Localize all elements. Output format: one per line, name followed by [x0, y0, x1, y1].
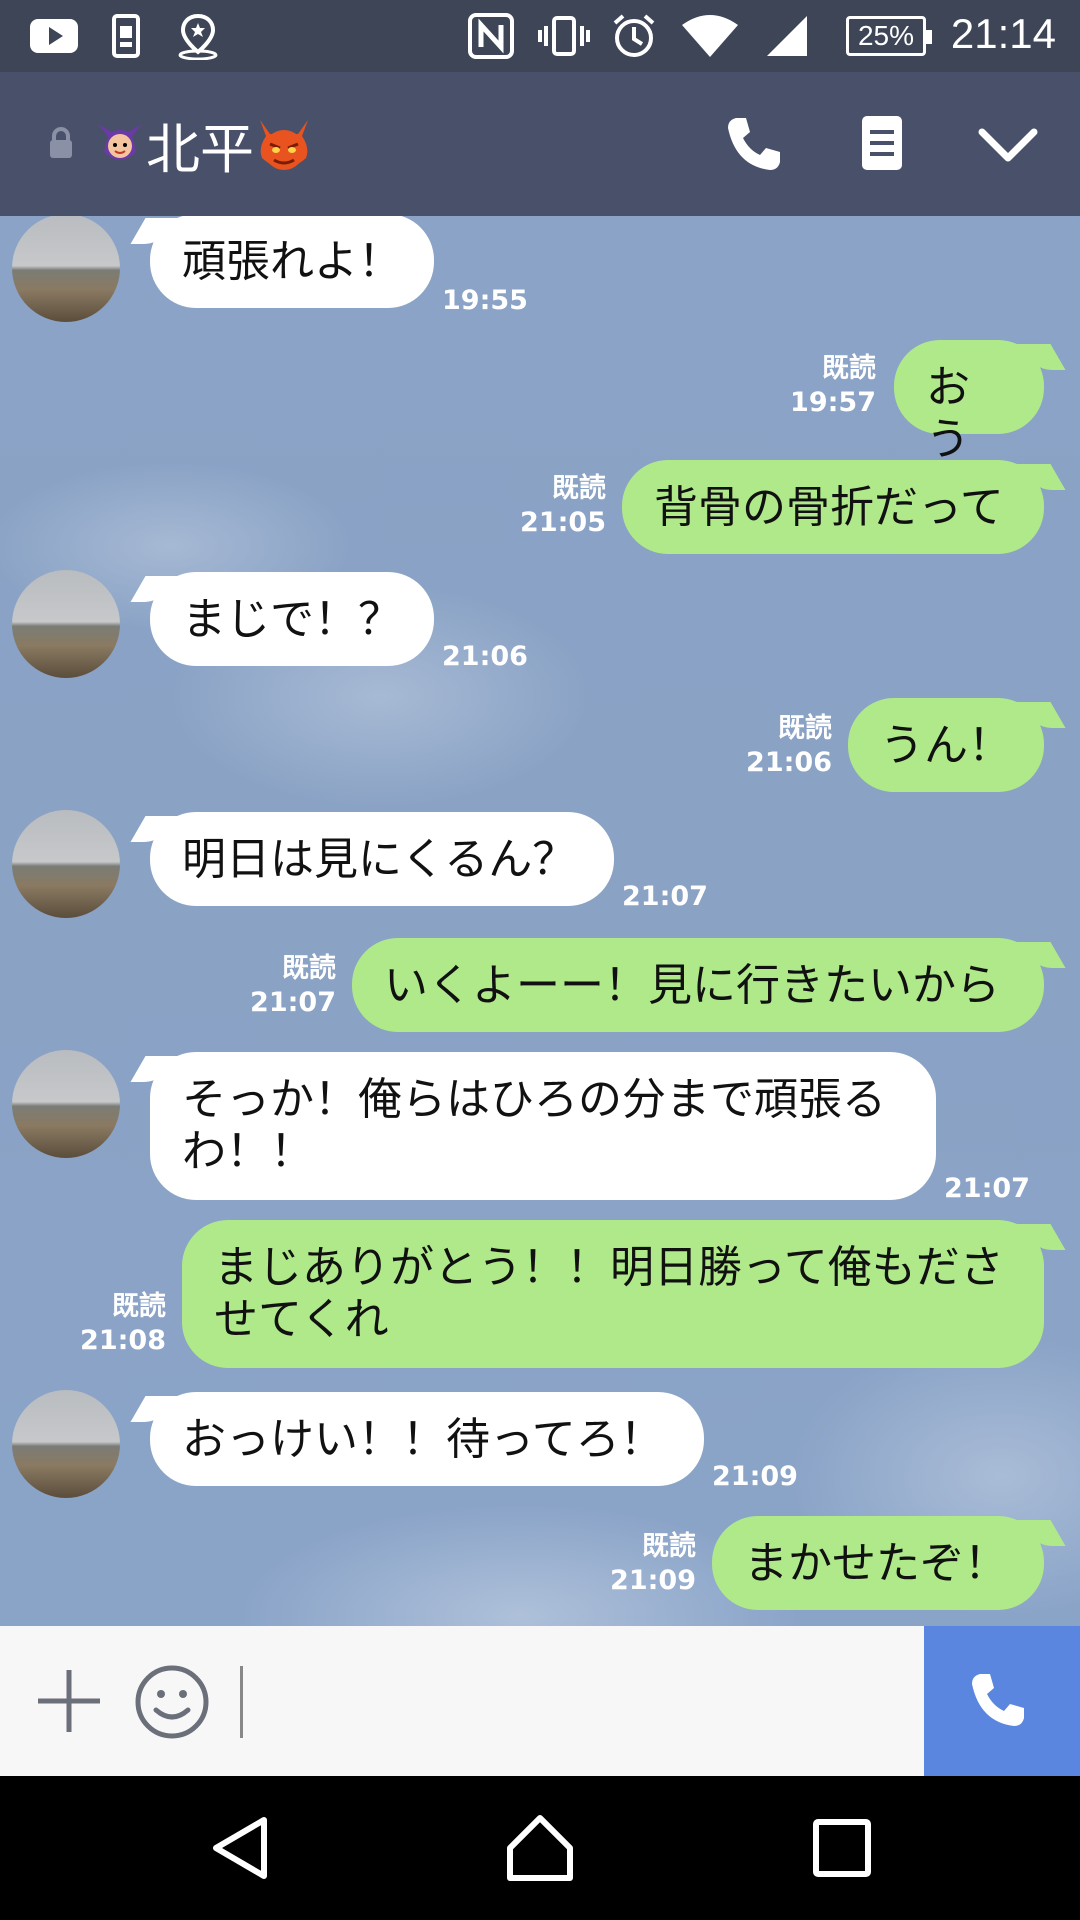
emoji-icon[interactable]	[134, 1664, 210, 1740]
vibrate-icon	[536, 14, 592, 58]
text-cursor	[240, 1666, 243, 1738]
chevron-down-icon[interactable]	[976, 112, 1040, 176]
message-read-status: 既読 19:57	[790, 353, 876, 418]
call-button[interactable]	[924, 1626, 1080, 1776]
back-icon[interactable]	[206, 1812, 278, 1884]
menu-icon[interactable]	[852, 112, 916, 176]
message-read-status: 既読 21:05	[520, 473, 606, 538]
avatar[interactable]	[12, 1390, 120, 1498]
contact-name[interactable]: 北平	[146, 105, 254, 184]
devil-emoji-icon	[94, 118, 146, 170]
wifi-icon	[680, 14, 740, 58]
message-input-bar	[0, 1626, 1080, 1776]
message-bubble-incoming[interactable]: 明日は見にくるん？	[150, 812, 614, 906]
message-bubble-outgoing[interactable]: おう	[894, 340, 1044, 465]
message-time: 21:07	[622, 881, 708, 912]
signal-icon	[760, 14, 810, 58]
youtube-icon	[28, 14, 80, 58]
message-time: 19:55	[442, 285, 528, 316]
angry-devil-emoji-icon	[254, 114, 314, 174]
home-icon[interactable]	[504, 1812, 576, 1884]
status-bar: 25% 21:14	[0, 0, 1080, 72]
message-time: 21:06	[442, 641, 528, 672]
avatar[interactable]	[12, 216, 120, 322]
message-time: 21:09	[712, 1461, 798, 1492]
lock-icon	[48, 126, 74, 160]
message-read-status: 既読 21:09	[610, 1531, 696, 1596]
alarm-icon	[610, 14, 658, 58]
message-read-status: 既読 21:08	[80, 1291, 166, 1356]
message-bubble-incoming[interactable]: おっけい！！待ってろ！	[150, 1392, 704, 1486]
message-time: 21:07	[944, 1173, 1030, 1204]
voice-call-button[interactable]	[722, 112, 786, 176]
message-bubble-outgoing[interactable]: まかせたぞ！	[712, 1516, 1044, 1610]
message-bubble-outgoing[interactable]: いくよーー！見に行きたいから	[352, 938, 1044, 1032]
location-pin-icon	[174, 13, 222, 60]
message-bubble-incoming[interactable]: 頑張れよ！	[150, 216, 434, 308]
message-read-status: 既読 21:07	[250, 953, 336, 1018]
avatar[interactable]	[12, 1050, 120, 1158]
message-list[interactable]: 頑張れよ！ 19:55 既読 19:57 おう 既読 21:05 背骨の骨折だって …	[0, 216, 1080, 1626]
chat-header: 北平	[0, 72, 1080, 216]
battery-indicator: 25%	[846, 16, 932, 56]
avatar[interactable]	[12, 810, 120, 918]
recent-apps-icon[interactable]	[806, 1812, 878, 1884]
phone-icon	[972, 1674, 1024, 1726]
message-bubble-outgoing[interactable]: うん！	[848, 698, 1044, 792]
message-bubble-outgoing[interactable]: 背骨の骨折だって	[622, 460, 1044, 554]
message-bubble-incoming[interactable]: そっか！俺らはひろの分まで頑張るわ！！	[150, 1052, 936, 1200]
avatar[interactable]	[12, 570, 120, 678]
message-bubble-outgoing[interactable]: まじありがとう！！明日勝って俺もださせてくれ	[182, 1220, 1044, 1368]
message-bubble-incoming[interactable]: まじで！？	[150, 572, 434, 666]
message-read-status: 既読 21:06	[746, 713, 832, 778]
sim-card-icon	[108, 14, 144, 58]
clock: 21:14	[950, 10, 1056, 57]
message-input[interactable]	[250, 1656, 910, 1746]
nfc-icon	[466, 13, 516, 59]
plus-icon[interactable]	[34, 1666, 104, 1736]
system-navigation-bar	[0, 1776, 1080, 1920]
